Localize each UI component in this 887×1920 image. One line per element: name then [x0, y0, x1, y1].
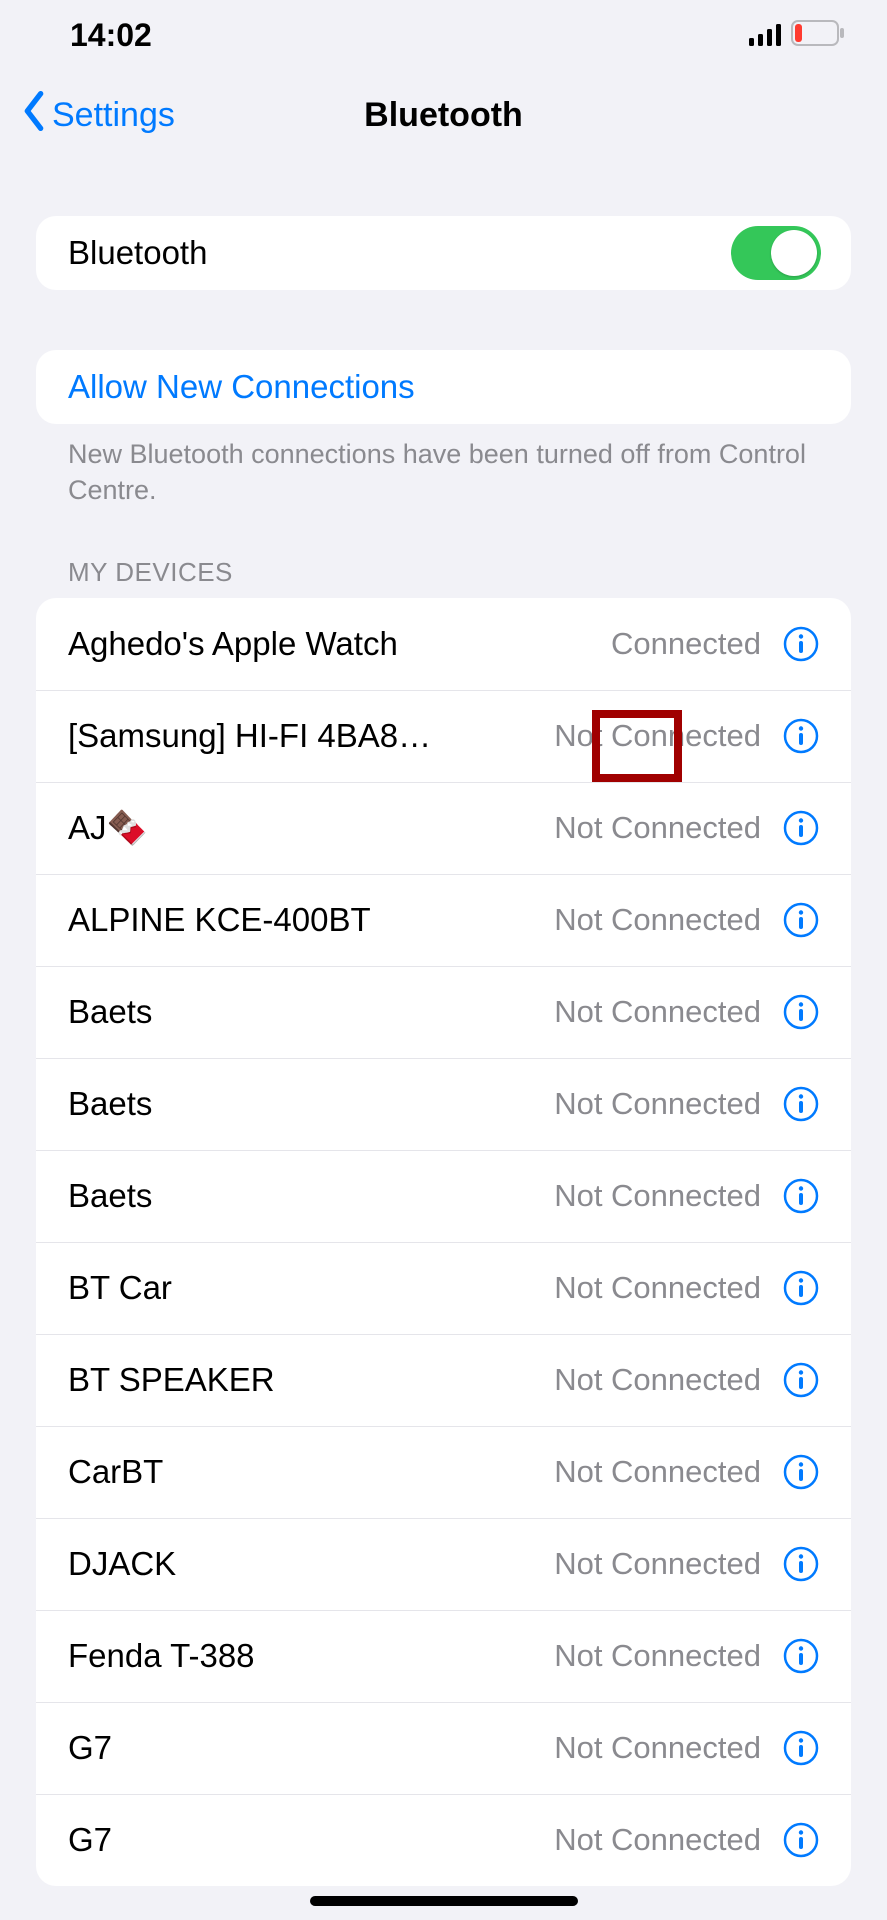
my-devices-header: MY DEVICES: [16, 557, 871, 598]
allow-new-group: Allow New Connections: [36, 350, 851, 424]
device-status: Not Connected: [554, 1454, 761, 1490]
device-status: Not Connected: [554, 1546, 761, 1582]
device-status: Not Connected: [554, 1362, 761, 1398]
battery-low-icon: [791, 17, 847, 54]
device-row[interactable]: [Samsung] HI-FI 4BA8…Not Connected: [36, 690, 851, 782]
device-name: Baets: [68, 993, 554, 1031]
device-name: DJACK: [68, 1545, 554, 1583]
status-time: 14:02: [70, 17, 152, 54]
device-name: CarBT: [68, 1453, 554, 1491]
info-icon[interactable]: [781, 1176, 821, 1216]
device-row[interactable]: G7Not Connected: [36, 1794, 851, 1886]
my-devices-list: Aghedo's Apple WatchConnected[Samsung] H…: [36, 598, 851, 1886]
info-icon[interactable]: [781, 1544, 821, 1584]
info-icon[interactable]: [781, 624, 821, 664]
device-name: BT SPEAKER: [68, 1361, 554, 1399]
info-icon[interactable]: [781, 992, 821, 1032]
device-name: AJ🍫: [68, 809, 554, 848]
info-icon[interactable]: [781, 1084, 821, 1124]
home-indicator: [310, 1896, 578, 1906]
device-name: G7: [68, 1729, 554, 1767]
bluetooth-toggle-label: Bluetooth: [68, 234, 731, 272]
info-icon[interactable]: [781, 1820, 821, 1860]
device-name: Fenda T-388: [68, 1637, 554, 1675]
info-icon[interactable]: [781, 900, 821, 940]
status-indicators: [749, 17, 847, 54]
bluetooth-toggle-group: Bluetooth: [36, 216, 851, 290]
device-status: Not Connected: [554, 810, 761, 846]
device-row[interactable]: BaetsNot Connected: [36, 1058, 851, 1150]
device-status: Not Connected: [554, 718, 761, 754]
device-status: Not Connected: [554, 902, 761, 938]
allow-new-connections[interactable]: Allow New Connections: [36, 350, 851, 424]
info-icon[interactable]: [781, 1636, 821, 1676]
device-name: [Samsung] HI-FI 4BA8…: [68, 717, 554, 755]
device-status: Connected: [611, 626, 761, 662]
info-icon[interactable]: [781, 1360, 821, 1400]
nav-bar: Settings Bluetooth: [0, 70, 887, 160]
device-row[interactable]: AJ🍫Not Connected: [36, 782, 851, 874]
device-status: Not Connected: [554, 1822, 761, 1858]
device-name: Baets: [68, 1177, 554, 1215]
device-row[interactable]: G7Not Connected: [36, 1702, 851, 1794]
device-row[interactable]: Fenda T-388Not Connected: [36, 1610, 851, 1702]
back-button[interactable]: Settings: [20, 91, 175, 140]
info-icon[interactable]: [781, 1268, 821, 1308]
info-icon[interactable]: [781, 716, 821, 756]
status-bar: 14:02: [0, 0, 887, 70]
device-status: Not Connected: [554, 1086, 761, 1122]
device-name: Baets: [68, 1085, 554, 1123]
device-status: Not Connected: [554, 1638, 761, 1674]
device-status: Not Connected: [554, 1270, 761, 1306]
info-icon[interactable]: [781, 808, 821, 848]
device-row[interactable]: CarBTNot Connected: [36, 1426, 851, 1518]
info-icon[interactable]: [781, 1452, 821, 1492]
device-row[interactable]: Aghedo's Apple WatchConnected: [36, 598, 851, 690]
device-name: ALPINE KCE-400BT: [68, 901, 554, 939]
allow-new-footer: New Bluetooth connections have been turn…: [16, 424, 871, 509]
device-status: Not Connected: [554, 1730, 761, 1766]
device-status: Not Connected: [554, 994, 761, 1030]
device-row[interactable]: BaetsNot Connected: [36, 1150, 851, 1242]
device-row[interactable]: BT CarNot Connected: [36, 1242, 851, 1334]
allow-new-label: Allow New Connections: [68, 368, 821, 406]
device-row[interactable]: DJACKNot Connected: [36, 1518, 851, 1610]
bluetooth-toggle[interactable]: [731, 226, 821, 280]
chevron-left-icon: [20, 91, 48, 140]
device-name: G7: [68, 1821, 554, 1859]
device-row[interactable]: BT SPEAKERNot Connected: [36, 1334, 851, 1426]
device-name: BT Car: [68, 1269, 554, 1307]
back-label: Settings: [52, 96, 175, 135]
info-icon[interactable]: [781, 1728, 821, 1768]
bluetooth-toggle-row[interactable]: Bluetooth: [36, 216, 851, 290]
device-row[interactable]: ALPINE KCE-400BTNot Connected: [36, 874, 851, 966]
signal-icon: [749, 17, 783, 54]
device-status: Not Connected: [554, 1178, 761, 1214]
device-row[interactable]: BaetsNot Connected: [36, 966, 851, 1058]
device-name: Aghedo's Apple Watch: [68, 625, 611, 663]
